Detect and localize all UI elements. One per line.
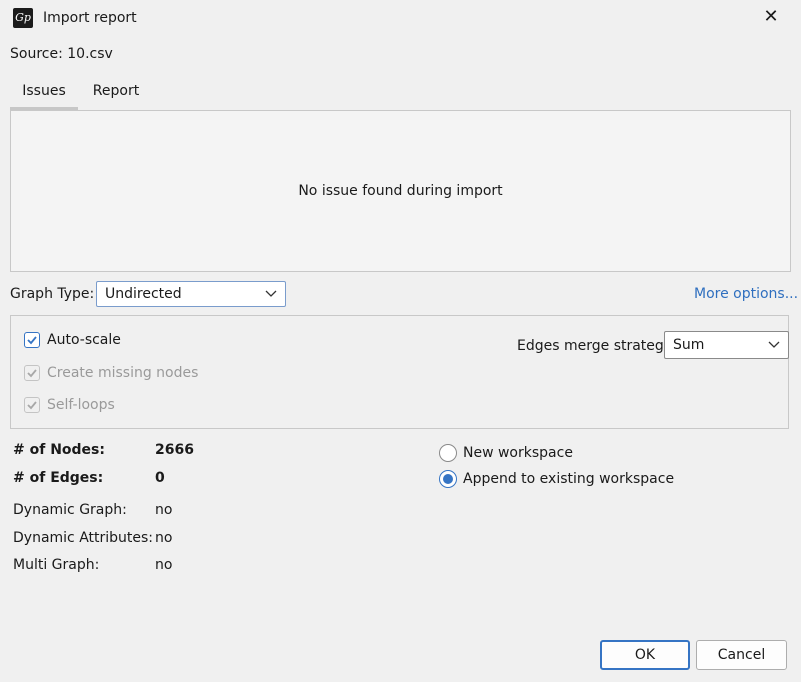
graph-type-select[interactable]: Undirected: [96, 281, 286, 307]
ok-button[interactable]: OK: [600, 640, 690, 670]
nodes-count-value: 2666: [155, 442, 194, 458]
dynamic-graph-value: no: [155, 502, 173, 518]
check-icon: [27, 401, 37, 410]
edges-count-label: # of Edges:: [13, 470, 104, 486]
more-options-link[interactable]: More options...: [694, 286, 798, 302]
create-missing-nodes-label: Create missing nodes: [47, 365, 199, 381]
graph-type-value: Undirected: [105, 286, 182, 302]
merge-strategy-label: Edges merge strategy:: [517, 338, 676, 354]
source-value: 10.csv: [67, 46, 113, 62]
multi-graph-value: no: [155, 557, 173, 573]
cancel-button[interactable]: Cancel: [696, 640, 787, 670]
merge-strategy-select[interactable]: Sum: [664, 331, 789, 359]
tab-bar: Issues Report: [10, 76, 791, 110]
append-workspace-radio[interactable]: [439, 470, 457, 488]
tab-report[interactable]: Report: [82, 76, 150, 110]
close-icon[interactable]: ✕: [758, 4, 784, 30]
new-workspace-radio[interactable]: [439, 444, 457, 462]
merge-strategy-value: Sum: [673, 337, 705, 353]
source-line: Source: 10.csv: [10, 46, 113, 62]
dynamic-attributes-value: no: [155, 530, 173, 546]
create-missing-nodes-checkbox[interactable]: [24, 365, 40, 381]
chevron-down-icon: [265, 287, 277, 301]
new-workspace-label: New workspace: [463, 445, 573, 461]
app-logo-icon: Gp: [13, 8, 33, 28]
auto-scale-checkbox[interactable]: [24, 332, 40, 348]
edges-count-value: 0: [155, 470, 165, 486]
append-workspace-label: Append to existing workspace: [463, 471, 675, 487]
check-icon: [27, 336, 37, 345]
chevron-down-icon: [768, 338, 780, 352]
self-loops-label: Self-loops: [47, 397, 115, 413]
issues-panel: No issue found during import: [10, 110, 791, 272]
dynamic-attributes-label: Dynamic Attributes:: [13, 530, 154, 546]
auto-scale-label: Auto-scale: [47, 332, 121, 348]
nodes-count-label: # of Nodes:: [13, 442, 105, 458]
window-title: Import report: [43, 10, 137, 26]
check-icon: [27, 369, 37, 378]
self-loops-checkbox[interactable]: [24, 397, 40, 413]
dynamic-graph-label: Dynamic Graph:: [13, 502, 127, 518]
graph-type-label: Graph Type:: [10, 286, 95, 302]
source-label: Source:: [10, 46, 63, 62]
multi-graph-label: Multi Graph:: [13, 557, 100, 573]
tab-issues[interactable]: Issues: [10, 76, 78, 110]
issues-message: No issue found during import: [298, 183, 503, 199]
